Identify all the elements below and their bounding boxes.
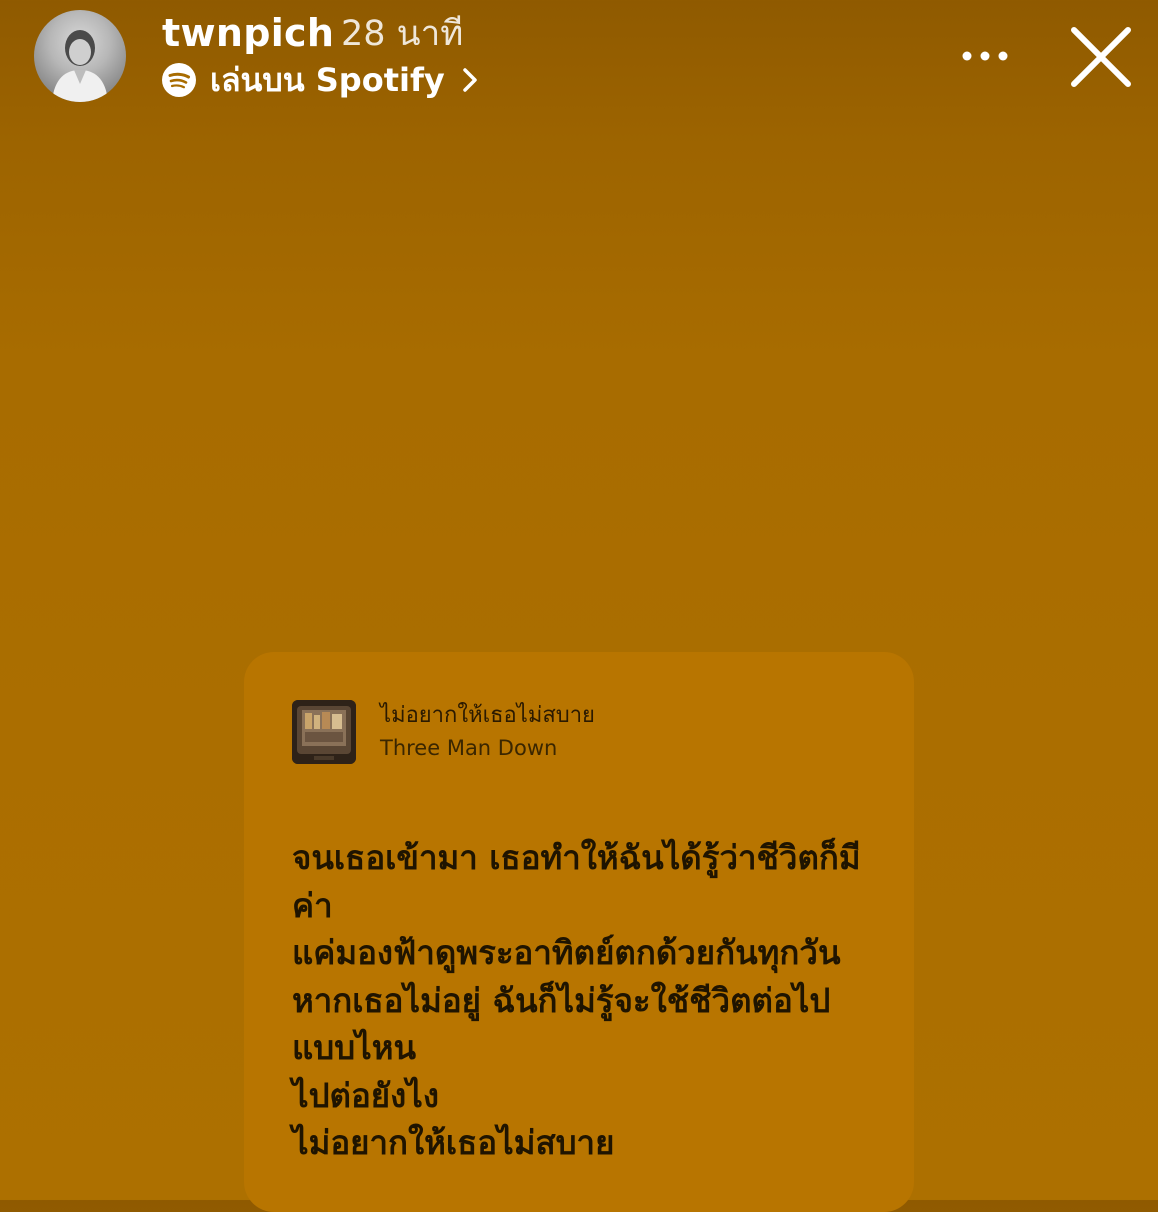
lyric-line: ค่า: [292, 885, 333, 925]
lyric-line: ไม่อยากให้เธอไม่สบาย: [292, 1123, 615, 1162]
spotify-icon: [162, 63, 196, 97]
song-artist: Three Man Down: [380, 736, 558, 760]
play-on-spotify-link[interactable]: เล่นบน Spotify: [162, 58, 481, 102]
spotify-label: เล่นบน Spotify: [210, 61, 445, 99]
chevron-right-icon: [462, 68, 477, 92]
song-title: ไม่อยากให้เธอไม่สบาย: [380, 703, 595, 728]
close-icon[interactable]: [1066, 22, 1136, 92]
lyric-line: แค่มองฟ้าดูพระอาทิตย์ตกด้วยกันทุกวัน: [292, 933, 841, 972]
lyric-line: หากเธอไม่อยู่ ฉันก็ไม่รู้จะใช้ชีวิตต่อไป: [292, 980, 831, 1020]
username[interactable]: twnpich: [162, 10, 334, 56]
lyric-line: จนเธอเข้ามา เธอทำให้ฉันได้รู้ว่าชีวิตก็ม…: [292, 838, 861, 877]
profile-avatar[interactable]: [34, 10, 126, 102]
lyric-line: แบบไหน: [292, 1028, 417, 1067]
lyric-line: ไปต่อยังไง: [292, 1075, 439, 1115]
lyrics-card: ไม่อยากให้เธอไม่สบาย Three Man Down จนเธ…: [244, 652, 914, 1212]
lyrics-block: จนเธอเข้ามา เธอทำให้ฉันได้รู้ว่าชีวิตก็ม…: [292, 834, 872, 1167]
more-options-icon[interactable]: [955, 38, 1015, 74]
post-time: 28 นาที: [341, 14, 464, 54]
album-art: [292, 700, 356, 764]
story-header: twnpich 28 นาที เล่นบน Spotify: [0, 0, 1158, 120]
